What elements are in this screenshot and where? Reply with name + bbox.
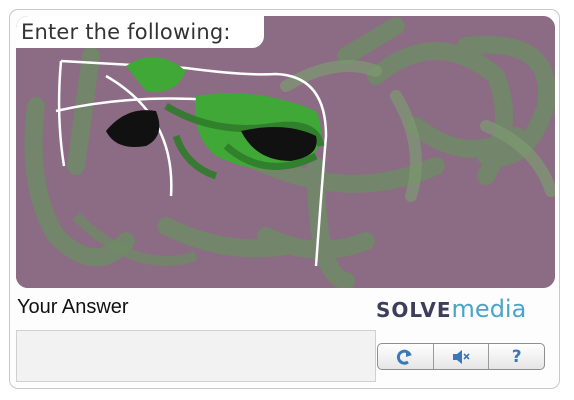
captcha-controls: ? <box>377 343 545 370</box>
help-button[interactable]: ? <box>489 344 544 369</box>
audio-button[interactable] <box>434 344 490 369</box>
logo-solve-text: SOLVE <box>376 298 452 322</box>
refresh-button[interactable] <box>378 344 434 369</box>
captcha-image <box>16 16 555 288</box>
help-icon: ? <box>511 346 522 367</box>
captcha-distorted-text-icon <box>16 16 555 288</box>
answer-label: Your Answer <box>17 296 129 318</box>
captcha-prompt: Enter the following: <box>16 16 264 48</box>
answer-input[interactable] <box>16 330 376 382</box>
logo-media-text: media <box>451 295 527 323</box>
audio-icon <box>453 349 470 364</box>
refresh-icon <box>397 349 413 365</box>
solve-media-logo: SOLVEmedia <box>376 294 526 324</box>
